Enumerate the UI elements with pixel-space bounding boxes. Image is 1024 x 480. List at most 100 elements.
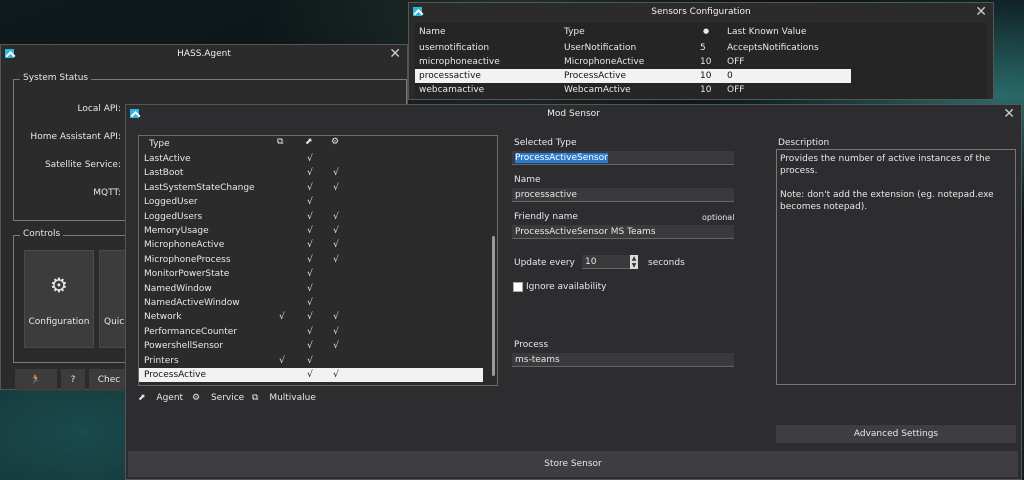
droplet-icon[interactable]: ●	[703, 27, 709, 35]
cell-value: 0	[727, 71, 733, 81]
agent-check: √	[307, 269, 313, 280]
sensor-type-name: NamedActiveWindow	[144, 298, 240, 308]
agent-check: √	[307, 197, 313, 208]
list-item[interactable]: LastSystemStateChange √ √	[139, 181, 483, 195]
cell-name: usernotification	[419, 43, 490, 53]
process-field[interactable]: ms-teams	[512, 353, 734, 367]
update-interval-field[interactable]: 10	[582, 255, 630, 269]
satellite-button[interactable]: 🏃	[15, 369, 57, 391]
check-label: Chec	[97, 375, 121, 385]
store-sensor-button[interactable]: Store Sensor	[128, 451, 1018, 477]
table-row[interactable]: microphoneactive MicrophoneActive 10 OFF	[415, 55, 987, 69]
group-legend: System Status	[20, 73, 92, 83]
sensor-type-name: MicrophoneProcess	[144, 254, 231, 265]
status-label-ha-api: Home Assistant API:	[30, 132, 121, 142]
agent-check: √	[307, 154, 313, 164]
seconds-label: seconds	[648, 258, 685, 268]
sensor-type-name: PowershellSensor	[144, 341, 223, 352]
sensor-type-name: PerformanceCounter	[144, 326, 237, 337]
list-item[interactable]: MicrophoneProcess √ √	[139, 253, 483, 267]
close-icon[interactable]: ✕	[975, 4, 987, 20]
list-item[interactable]: LoggedUsers √ √	[139, 210, 483, 224]
list-item[interactable]: MicrophoneActive √ √	[139, 238, 483, 252]
cell-value: OFF	[727, 57, 745, 67]
group-legend: Controls	[20, 229, 64, 239]
cell-type: WebcamActive	[564, 85, 631, 95]
sensors-configuration-window: Sensors Configuration ✕ Name Type ● Last…	[408, 2, 994, 100]
description-box: Provides the number of active instances …	[776, 149, 1016, 385]
configuration-label: Configuration	[28, 317, 90, 327]
agent-check: √	[307, 168, 313, 179]
service-gear-icon: ⚙	[192, 393, 201, 403]
window-title: HASS.Agent	[177, 49, 231, 59]
table-row[interactable]: webcamactive WebcamActive 10 OFF	[415, 83, 987, 97]
check-updates-button[interactable]: Chec	[89, 369, 129, 391]
friendly-name-field[interactable]: ProcessActiveSensor MS Teams	[512, 225, 734, 239]
name-field[interactable]: processactive	[512, 188, 734, 202]
table-row-selected[interactable]: processactive ProcessActive 10 0	[415, 69, 851, 83]
service-legend-label: Service	[210, 393, 245, 403]
agent-check: √	[307, 326, 313, 337]
list-header: Type ⧉ ⬈ ⚙	[139, 136, 497, 150]
selected-type-value: ProcessActiveSensor	[515, 153, 608, 163]
list-item[interactable]: PowershellSensor √ √	[139, 339, 483, 353]
close-icon[interactable]: ✕	[389, 46, 401, 62]
selected-type-field[interactable]: ProcessActiveSensor	[512, 151, 734, 165]
sensor-type-name: LastSystemStateChange	[144, 182, 255, 193]
list-item[interactable]: LastActive √	[139, 152, 483, 166]
list-item-selected[interactable]: ProcessActive √ √	[139, 368, 483, 382]
close-icon[interactable]: ✕	[1003, 106, 1015, 122]
list-item[interactable]: NamedWindow √	[139, 282, 483, 296]
agent-icon: ⬈	[138, 393, 146, 403]
list-item[interactable]: LastBoot √ √	[139, 166, 483, 180]
service-check: √	[333, 211, 339, 222]
sensor-type-name: ProcessActive	[144, 370, 206, 380]
list-item[interactable]: Printers √ √	[139, 354, 483, 368]
list-item[interactable]: PerformanceCounter √ √	[139, 325, 483, 339]
agent-check: √	[307, 298, 313, 308]
sensor-type-name: LoggedUser	[144, 197, 198, 208]
agent-check: √	[307, 211, 313, 222]
advanced-settings-button[interactable]: Advanced Settings	[776, 425, 1016, 443]
column-header-name[interactable]: Name	[419, 27, 446, 37]
column-header-type[interactable]: Type	[564, 27, 585, 37]
sensor-type-name: Printers	[144, 355, 179, 366]
service-check: √	[333, 341, 339, 352]
multivalue-icon: ⧉	[252, 393, 259, 403]
list-item[interactable]: NamedActiveWindow √	[139, 296, 483, 310]
service-check: √	[333, 226, 339, 236]
list-item[interactable]: MonitorPowerState √	[139, 267, 483, 281]
cell-interval: 10	[700, 85, 712, 95]
service-check: √	[333, 312, 339, 323]
interval-stepper[interactable]: ▲ ▼	[630, 255, 638, 269]
column-header-value[interactable]: Last Known Value	[727, 27, 806, 37]
sensor-type-list[interactable]: Type ⧉ ⬈ ⚙ LastActive √ LastBoot √ √ LastSyst…	[138, 135, 498, 386]
cell-interval: 10	[700, 57, 712, 67]
service-check: √	[333, 370, 339, 380]
name-label: Name	[514, 175, 541, 185]
list-item[interactable]: LoggedUser √	[139, 195, 483, 209]
ignore-availability-checkbox[interactable]	[513, 282, 523, 292]
agent-check: √	[307, 341, 313, 352]
window-title: Sensors Configuration	[651, 7, 751, 17]
agent-check: √	[307, 226, 313, 236]
sensor-type-name: LastActive	[144, 154, 191, 164]
cell-name: processactive	[419, 71, 481, 81]
list-header-type[interactable]: Type	[149, 139, 170, 149]
sensor-type-name: NamedWindow	[144, 283, 212, 294]
list-scrollbar[interactable]	[492, 236, 495, 376]
mod-sensor-window: Mod Sensor ✕ Type ⧉ ⬈ ⚙ LastActive √ LastB…	[125, 104, 1022, 480]
description-note: Note: don't add the extension (eg. notep…	[780, 190, 994, 212]
process-label: Process	[514, 340, 549, 350]
agent-legend-label: Agent	[156, 393, 184, 403]
sensor-type-name: LastBoot	[144, 168, 184, 179]
list-item[interactable]: MemoryUsage √ √	[139, 224, 483, 238]
help-button[interactable]: ?	[61, 369, 85, 391]
agent-check: √	[307, 312, 313, 323]
list-item[interactable]: Network √ √ √	[139, 310, 483, 324]
help-label: ?	[70, 375, 76, 385]
configuration-button[interactable]: ⚙ Configuration	[24, 250, 94, 348]
table-row[interactable]: usernotification UserNotification 5 Acce…	[415, 41, 987, 55]
agent-legend: ⬈ Agent	[138, 393, 183, 403]
mod-titlebar: Mod Sensor ✕	[126, 105, 1021, 123]
